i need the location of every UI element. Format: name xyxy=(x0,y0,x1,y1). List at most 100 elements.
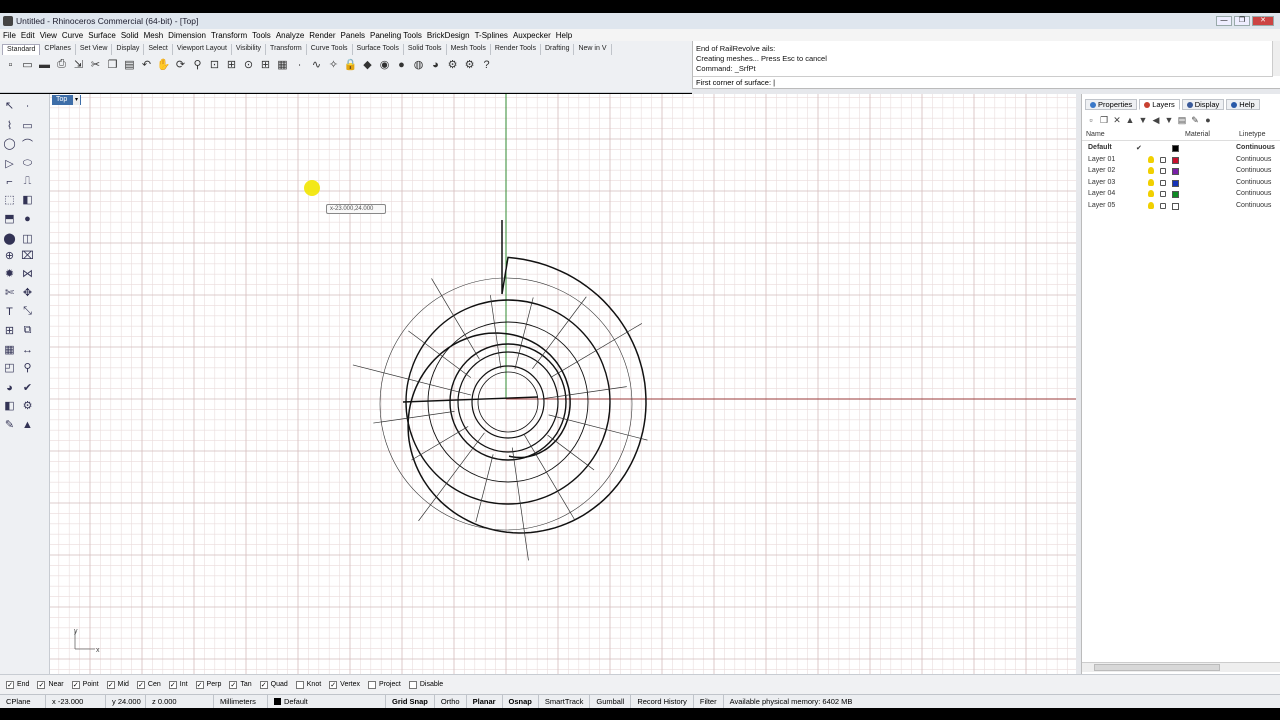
undo-icon[interactable]: ↶ xyxy=(139,57,154,72)
layer-row[interactable]: Layer 04 Continuous xyxy=(1082,189,1280,200)
panel-tab-layers[interactable]: Layers xyxy=(1139,99,1180,110)
grid-icon[interactable]: ▦ xyxy=(275,57,290,72)
menu-item[interactable]: BrickDesign xyxy=(427,31,475,40)
checkbox[interactable]: ✓ xyxy=(37,680,46,689)
zoom-selected-icon[interactable]: ⊙ xyxy=(241,57,256,72)
group-icon[interactable]: ⊞ xyxy=(2,323,17,338)
tools-icon[interactable]: ⚙ xyxy=(20,398,35,413)
pen-icon[interactable]: ✎ xyxy=(2,417,17,432)
split-icon[interactable]: ⌧ xyxy=(20,248,35,263)
layer-color-swatch[interactable] xyxy=(1172,168,1179,175)
layer-linetype[interactable]: Continuous xyxy=(1236,179,1271,186)
curve-icon[interactable]: ∿ xyxy=(309,57,324,72)
lock-icon[interactable] xyxy=(1160,179,1166,186)
shade-icon[interactable]: ◆ xyxy=(360,57,375,72)
panel-tab-properties[interactable]: Properties xyxy=(1085,99,1138,110)
layer-row[interactable]: Layer 05 Continuous xyxy=(1082,201,1280,212)
lock-icon[interactable] xyxy=(1160,202,1166,209)
profile-circle[interactable] xyxy=(477,371,539,433)
toolbar-tab[interactable]: Render Tools xyxy=(491,44,541,55)
layer-row[interactable]: Layer 03 Continuous xyxy=(1082,178,1280,189)
render-icon[interactable]: ◍ xyxy=(411,57,426,72)
layer-color-swatch[interactable] xyxy=(1172,179,1179,187)
toolbar-tab[interactable]: Curve Tools xyxy=(307,44,353,55)
menu-item[interactable]: Mesh xyxy=(144,31,169,40)
toolbar-tab[interactable]: Solid Tools xyxy=(404,44,447,55)
open-icon[interactable]: ▭ xyxy=(20,57,35,72)
chevron-down-icon[interactable]: ▾ xyxy=(73,95,80,105)
boolean-icon[interactable]: ⊕ xyxy=(2,248,17,263)
minimize-button[interactable]: — xyxy=(1216,16,1232,26)
osnap-point[interactable]: ✓ Point xyxy=(71,680,99,689)
osnap-int[interactable]: ✓ Int xyxy=(168,680,188,689)
checkbox[interactable] xyxy=(408,680,417,689)
menu-item[interactable]: Render xyxy=(309,31,340,40)
checkbox[interactable]: ✓ xyxy=(168,680,177,689)
trim-icon[interactable]: ✄ xyxy=(2,285,17,300)
menu-item[interactable]: Curve xyxy=(62,31,88,40)
menu-item[interactable]: Paneling Tools xyxy=(370,31,427,40)
panel-tab-help[interactable]: Help xyxy=(1226,99,1260,110)
profile-circle[interactable] xyxy=(471,365,545,439)
checkbox[interactable]: ✓ xyxy=(6,680,14,689)
toolbar-tab[interactable]: Mesh Tools xyxy=(447,44,491,55)
check-icon[interactable]: ✔ xyxy=(20,380,35,395)
globe-icon[interactable]: ◕ xyxy=(428,57,443,72)
layer-color-swatch[interactable] xyxy=(1172,191,1179,198)
maximize-button[interactable]: ❐ xyxy=(1234,16,1250,26)
block-icon[interactable]: ◰ xyxy=(2,360,17,375)
new-layer-icon[interactable]: ▫ xyxy=(1086,115,1096,125)
loft-icon[interactable]: ◫ xyxy=(20,231,35,246)
cylinder-icon[interactable]: ⬤ xyxy=(2,231,17,246)
color-wheel-icon[interactable]: ◉ xyxy=(377,57,392,72)
current-layer[interactable]: Default xyxy=(268,694,386,709)
toolbar-tab[interactable]: Set View xyxy=(76,44,113,55)
units[interactable]: Millimeters xyxy=(214,694,268,709)
lock-icon[interactable] xyxy=(1160,168,1166,174)
wrench-icon[interactable]: ✎ xyxy=(1190,115,1200,125)
extrude-icon[interactable]: ⬒ xyxy=(2,211,17,226)
filter-icon[interactable]: ▼ xyxy=(1164,115,1174,125)
4-viewports-icon[interactable]: ⊞ xyxy=(258,57,273,72)
delete-icon[interactable]: ✕ xyxy=(1112,115,1122,125)
lock-icon[interactable] xyxy=(1160,156,1166,163)
lock-icon[interactable]: 🔒 xyxy=(343,57,358,72)
save-icon[interactable]: ▬ xyxy=(37,57,52,72)
profile-circle[interactable] xyxy=(449,343,567,461)
menu-item[interactable]: Help xyxy=(556,31,577,40)
analyze-icon[interactable]: ⚲ xyxy=(20,360,35,375)
command-prompt[interactable]: First corner of surface: | xyxy=(693,76,1273,88)
light-icon[interactable]: ✧ xyxy=(326,57,341,72)
light-bulb-icon[interactable] xyxy=(1148,178,1154,186)
layer-tools-icon[interactable]: ▤ xyxy=(1177,115,1187,125)
checkbox[interactable]: ✓ xyxy=(136,680,145,689)
polyline-icon[interactable]: ⌇ xyxy=(2,118,17,133)
toggle-osnap[interactable]: Osnap xyxy=(503,694,539,709)
surface-icon[interactable]: ⬚ xyxy=(2,192,17,207)
toggle-planar[interactable]: Planar xyxy=(467,694,503,709)
menu-item[interactable]: Auxpecker xyxy=(513,31,556,40)
panel-scrollbar[interactable] xyxy=(1082,662,1280,672)
menu-item[interactable]: Surface xyxy=(88,31,121,40)
cplane-label[interactable]: CPlane xyxy=(0,694,46,709)
toggle-filter[interactable]: Filter xyxy=(694,694,724,709)
menu-item[interactable]: File xyxy=(3,31,21,40)
arc-icon[interactable]: ⌒ xyxy=(20,136,35,151)
move-out-icon[interactable]: ◀ xyxy=(1151,115,1161,125)
circle-icon[interactable]: ◯ xyxy=(2,136,17,151)
offset-icon[interactable]: ⎍ xyxy=(20,174,35,189)
move-icon[interactable]: ✥ xyxy=(20,285,35,300)
help-icon[interactable]: ? xyxy=(479,57,494,72)
sphere-icon[interactable]: ● xyxy=(394,57,409,72)
import-icon[interactable]: ⇲ xyxy=(71,57,86,72)
checkbox[interactable]: ✓ xyxy=(195,680,204,689)
menu-item[interactable]: Solid xyxy=(121,31,144,40)
toolbar-tab[interactable]: Visibility xyxy=(232,44,267,55)
gear-icon[interactable]: ⚙ xyxy=(462,57,477,72)
menu-item[interactable]: Edit xyxy=(21,31,40,40)
menu-item[interactable]: Tools xyxy=(252,31,276,40)
box-icon[interactable]: ◧ xyxy=(20,192,35,207)
zoom-window-icon[interactable]: ⊡ xyxy=(207,57,222,72)
checkbox[interactable]: ✓ xyxy=(106,680,115,689)
panel-tab-display[interactable]: Display xyxy=(1181,99,1225,110)
